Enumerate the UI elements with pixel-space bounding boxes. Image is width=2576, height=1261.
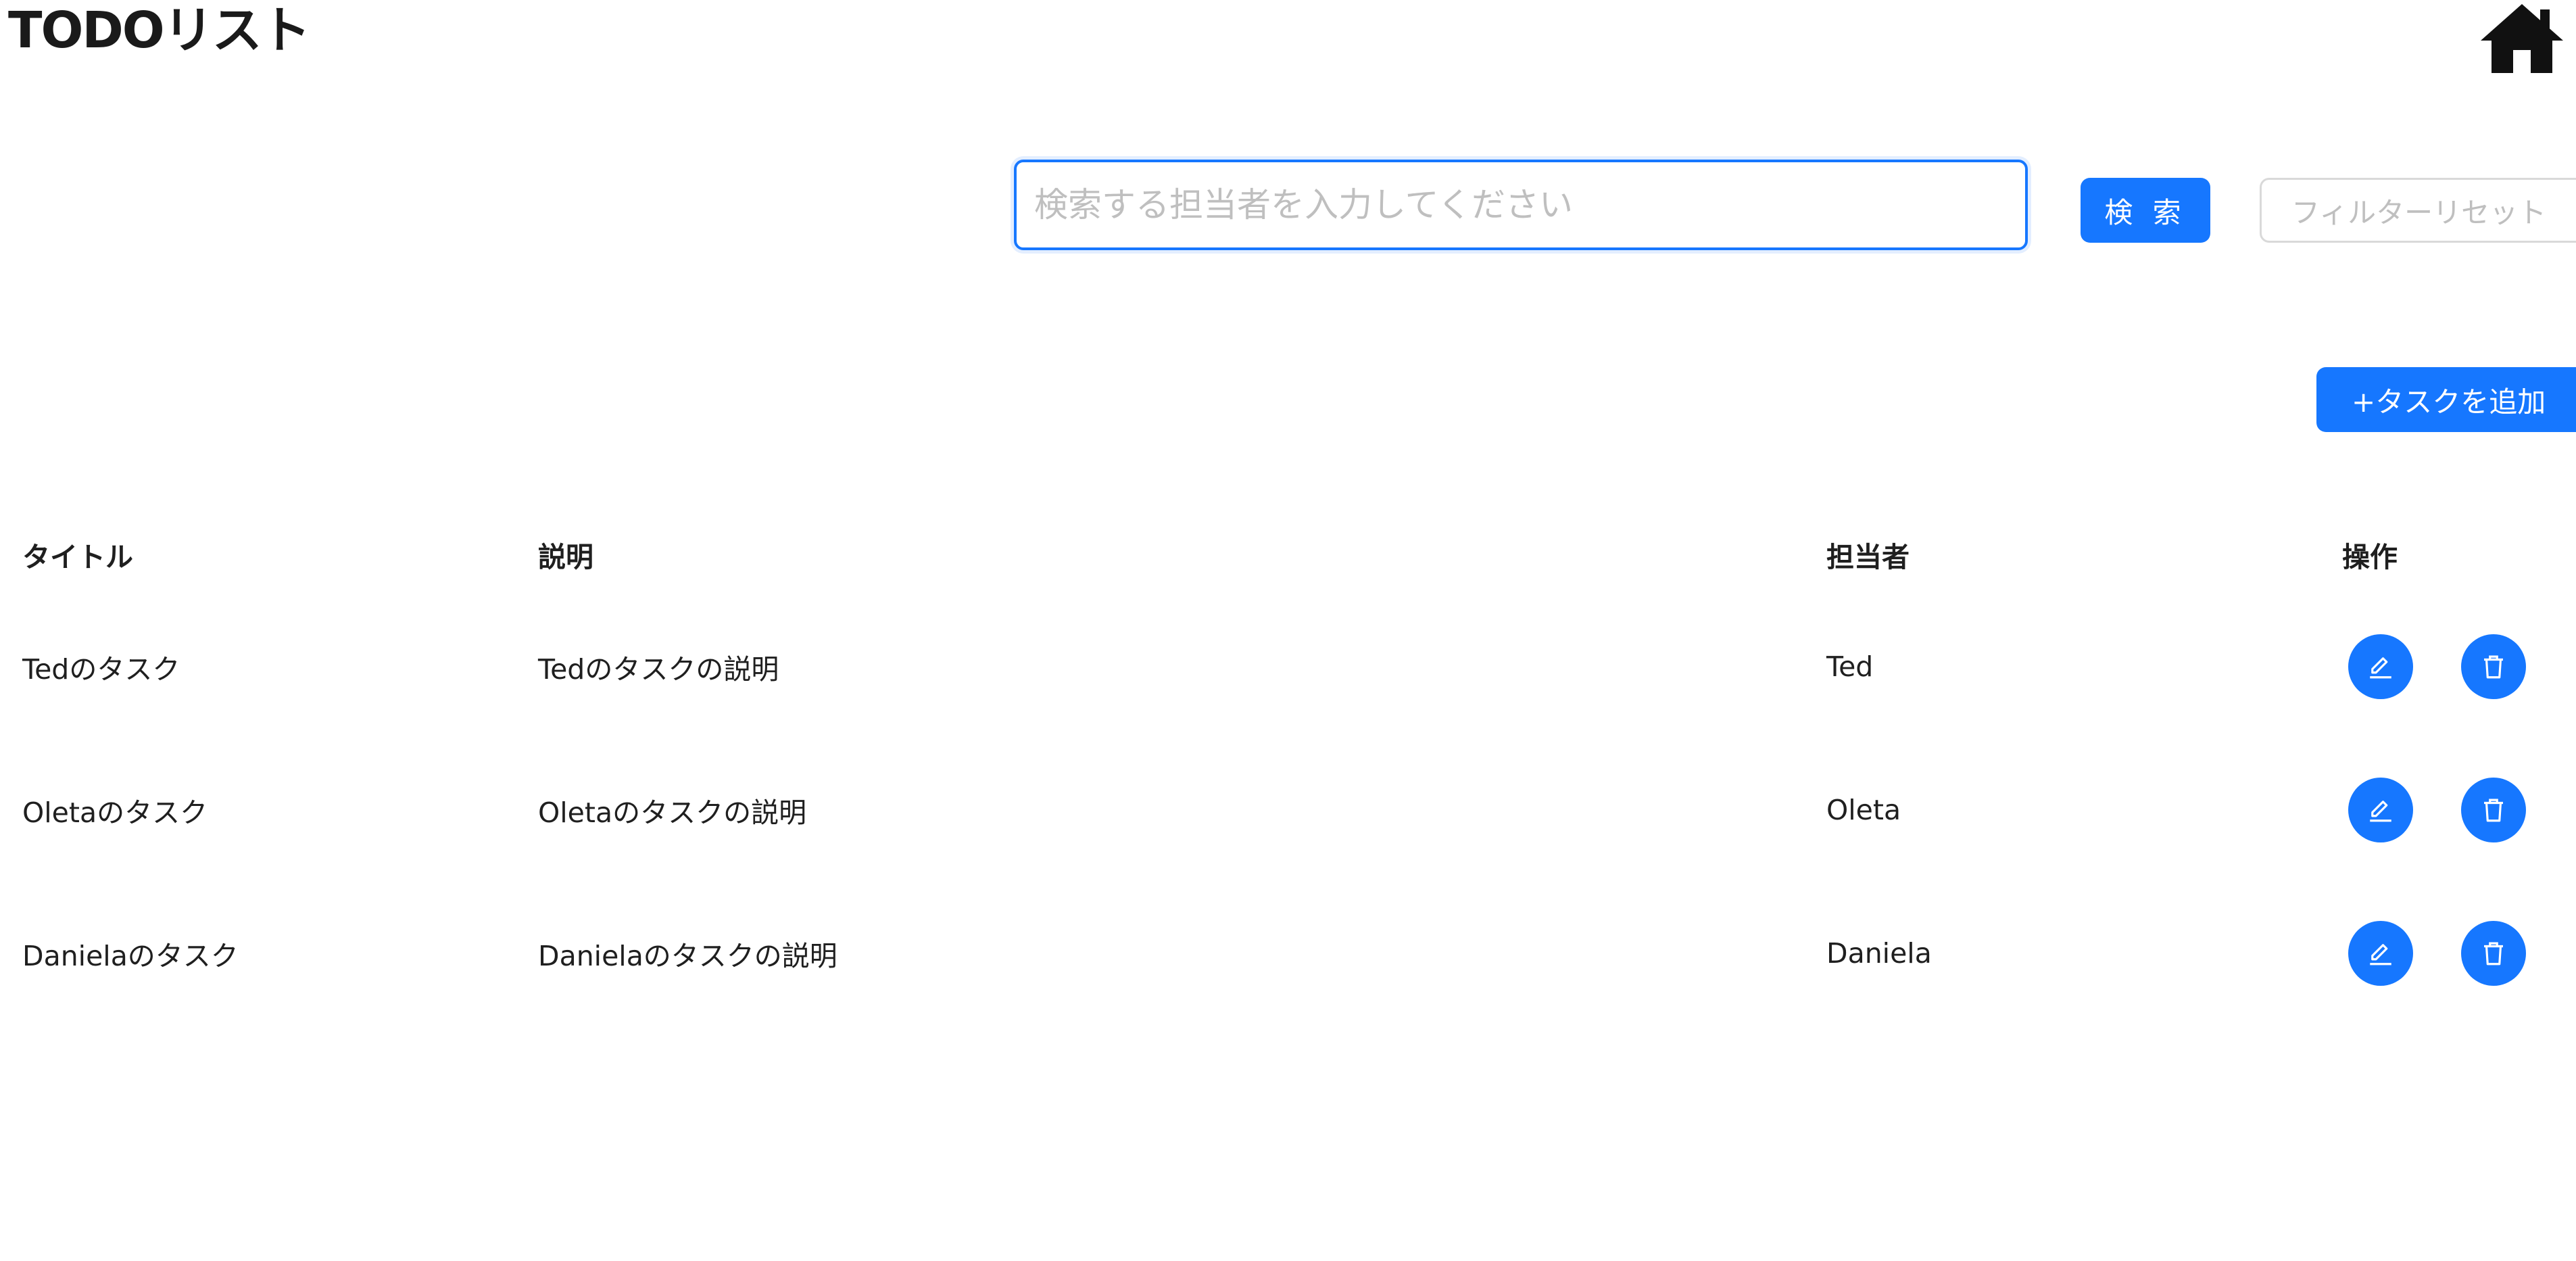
column-header-title: タイトル [22,541,133,573]
edit-button[interactable] [2348,634,2413,699]
table-header-row: タイトル 説明 担当者 操作 [0,514,2576,595]
home-icon [2481,4,2563,73]
task-title-cell: Oletaのタスク [22,796,208,829]
column-header-actions: 操作 [2342,541,2398,573]
delete-button[interactable] [2461,778,2526,842]
edit-icon [2370,801,2391,822]
task-assignee-cell: Ted [1826,650,1874,683]
task-description-cell: Danielaのタスクの説明 [538,940,837,972]
delete-button[interactable] [2461,921,2526,986]
add-task-button[interactable]: +タスクを追加 [2316,367,2576,432]
task-title-cell: Tedのタスク [22,653,180,686]
search-button[interactable]: 検 索 [2081,178,2210,243]
delete-button[interactable] [2461,634,2526,699]
edit-button[interactable] [2348,778,2413,842]
assignee-search-input[interactable] [1014,160,2028,250]
table-row: Oletaのタスク Oletaのタスクの説明 Oleta [0,738,2576,882]
page-title: TODOリスト [8,1,311,60]
task-assignee-cell: Oleta [1826,794,1901,826]
task-title-cell: Danielaのタスク [22,940,239,972]
filter-reset-button[interactable]: フィルターリセット [2260,178,2576,243]
task-description-cell: Tedのタスクの説明 [538,653,779,686]
delete-icon [2484,655,2503,679]
delete-icon [2484,942,2503,966]
edit-icon [2370,657,2391,679]
table-row: Danielaのタスク Danielaのタスクの説明 Daniela [0,882,2576,1025]
edit-button[interactable] [2348,921,2413,986]
table-row: Tedのタスク Tedのタスクの説明 Ted [0,595,2576,738]
delete-icon [2484,799,2503,822]
home-button[interactable] [2478,0,2566,76]
todo-page: TODOリスト 検 索 フィルターリセット +タスクを追加 タイトル 説明 担当… [0,0,2576,1261]
task-table: タイトル 説明 担当者 操作 Tedのタスク Tedのタスクの説明 Ted Ol… [0,514,2576,1025]
task-assignee-cell: Daniela [1826,937,1932,970]
task-description-cell: Oletaのタスクの説明 [538,796,807,829]
column-header-description: 説明 [538,541,593,573]
column-header-assignee: 担当者 [1826,541,1910,573]
edit-icon [2370,944,2391,966]
